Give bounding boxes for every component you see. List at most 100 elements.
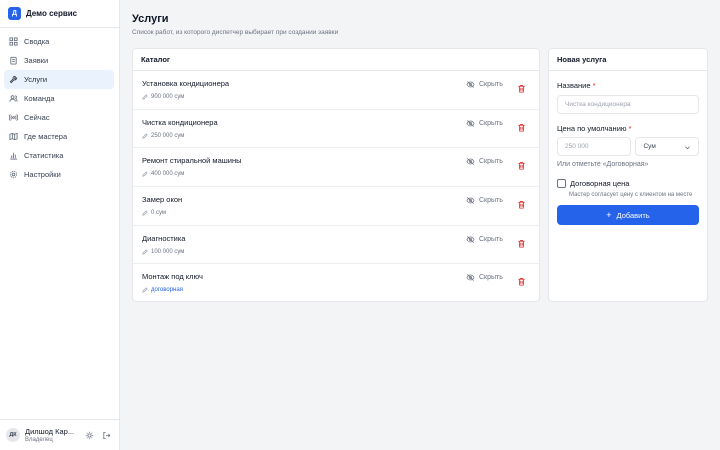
bar-chart-icon <box>9 151 18 160</box>
new-service-card: Новая услуга Название * Чистка кондицион… <box>548 48 708 302</box>
user-panel: ДК Дилшод Кар... Владелец <box>0 419 120 450</box>
sidebar-item-label: Заявки <box>24 56 49 65</box>
sidebar: Д Демо сервис Сводка Заявки Услуги Коман… <box>0 0 120 450</box>
service-price-value: 900 000 сум <box>151 94 185 100</box>
sidebar-nav: Сводка Заявки Услуги Команда Сейчас Где … <box>0 28 119 184</box>
eye-off-icon <box>466 197 475 204</box>
sidebar-item-label: Статистика <box>24 151 64 160</box>
hide-label: Скрыть <box>479 119 503 127</box>
eye-off-icon <box>466 274 475 282</box>
sidebar-item-label: Где мастера <box>24 132 68 141</box>
trash-icon[interactable] <box>517 119 526 132</box>
user-name: Дилшод Кар... <box>25 427 75 436</box>
service-name: Ремонт стиральной машины <box>142 156 242 166</box>
trash-icon[interactable] <box>517 80 526 93</box>
hide-button[interactable]: Скрыть <box>466 235 503 244</box>
gear-icon <box>9 170 18 179</box>
sidebar-item-map[interactable]: Где мастера <box>4 127 114 146</box>
sidebar-item-stats[interactable]: Статистика <box>4 146 114 165</box>
list-item: Диагностика 100 000 сум Скрыть <box>133 226 539 265</box>
sidebar-item-team[interactable]: Команда <box>4 89 114 108</box>
eye-off-icon <box>466 81 475 88</box>
sidebar-item-requests[interactable]: Заявки <box>4 51 114 70</box>
service-price[interactable]: 900 000 сум <box>142 94 184 100</box>
avatar[interactable]: ДК <box>6 428 20 442</box>
sidebar-item-label: Сейчас <box>24 113 50 122</box>
trash-icon[interactable] <box>517 196 526 209</box>
logout-icon[interactable] <box>101 430 111 440</box>
hide-button[interactable]: Скрыть <box>466 273 503 282</box>
service-price-value: 100 000 сум <box>151 248 185 255</box>
name-label: Название * <box>557 81 699 90</box>
price-hint: Или отметьте «Договорная» <box>557 161 649 168</box>
pencil-icon <box>142 94 148 100</box>
page-title: Услуги <box>132 13 169 25</box>
map-icon <box>9 132 18 141</box>
eye-off-icon <box>466 119 475 127</box>
service-price[interactable]: 250 000 сум <box>142 133 184 139</box>
negotiable-checkbox[interactable] <box>557 179 566 188</box>
user-role: Владелец <box>25 437 53 443</box>
required-mark: * <box>592 81 596 90</box>
eye-off-icon <box>466 158 475 166</box>
brand-logo: Д <box>8 7 21 20</box>
list-item: Установка кондиционера 900 000 сум Скрыт… <box>133 71 539 110</box>
form-title: Новая услуга <box>549 49 707 71</box>
theme-toggle-sun-icon[interactable] <box>84 430 94 440</box>
hide-label: Скрыть <box>479 274 503 282</box>
service-name: Замер окон <box>142 195 183 205</box>
name-label-text: Название <box>557 81 591 90</box>
users-icon <box>9 94 18 103</box>
trash-icon[interactable] <box>517 273 526 286</box>
currency-value: Сум <box>643 143 656 150</box>
brand[interactable]: Д Демо сервис <box>0 0 119 28</box>
pencil-icon <box>142 171 148 178</box>
page-subtitle: Список работ, из которого диспетчер выби… <box>132 29 339 36</box>
sidebar-item-label: Команда <box>24 94 55 103</box>
chevron-down-icon <box>685 146 690 150</box>
currency-select[interactable]: Сум <box>635 137 699 156</box>
hide-button[interactable]: Скрыть <box>466 119 503 128</box>
service-price[interactable]: договорная <box>142 287 183 293</box>
pencil-icon <box>142 287 148 294</box>
catalog-title: Каталог <box>133 49 539 71</box>
service-price-value: 250 000 сум <box>151 132 185 139</box>
name-input[interactable]: Чистка кондиционера <box>557 95 699 114</box>
list-item: Замер окон 0 сум Скрыть <box>133 187 539 226</box>
catalog-list: Установка кондиционера 900 000 сум Скрыт… <box>133 71 539 303</box>
clipboard-icon <box>9 56 18 65</box>
hide-button[interactable]: Скрыть <box>466 196 503 205</box>
price-input[interactable]: 250 000 <box>557 137 632 156</box>
service-price[interactable]: 0 сум <box>142 210 166 216</box>
service-price-value: договорная <box>151 287 183 294</box>
list-item: Ремонт стиральной машины 400 000 сум Скр… <box>133 148 539 188</box>
sidebar-item-dashboard[interactable]: Сводка <box>4 32 114 51</box>
brand-name: Демо сервис <box>26 9 78 18</box>
catalog-card: Каталог Установка кондиционера 900 000 с… <box>132 48 540 302</box>
eye-off-icon <box>466 235 475 243</box>
trash-icon[interactable] <box>517 235 526 248</box>
sidebar-item-settings[interactable]: Настройки <box>4 165 114 184</box>
service-price[interactable]: 400 000 сум <box>142 171 184 177</box>
service-price[interactable]: 100 000 сум <box>142 249 184 255</box>
pencil-icon <box>142 210 148 216</box>
price-label: Цена по умолчанию * <box>557 124 699 133</box>
negotiable-label[interactable]: Договорная цена <box>570 179 629 188</box>
name-placeholder: Чистка кондиционера <box>565 101 631 108</box>
plus-icon: + <box>606 210 612 220</box>
trash-icon[interactable] <box>517 157 526 170</box>
sidebar-item-now[interactable]: Сейчас <box>4 108 114 127</box>
hide-label: Скрыть <box>479 235 503 243</box>
sidebar-item-label: Настройки <box>24 170 61 179</box>
service-name: Диагностика <box>142 233 186 243</box>
hide-button[interactable]: Скрыть <box>466 157 503 166</box>
required-mark: * <box>628 124 632 133</box>
radio-icon <box>9 113 18 122</box>
service-name: Чистка кондиционера <box>142 117 218 127</box>
pencil-icon <box>142 249 148 255</box>
hide-button[interactable]: Скрыть <box>466 80 503 89</box>
sidebar-item-services[interactable]: Услуги <box>4 70 114 89</box>
add-service-button[interactable]: + Добавить <box>557 205 699 225</box>
hide-label: Скрыть <box>479 81 503 88</box>
list-item: Чистка кондиционера 250 000 сум Скрыть <box>133 110 539 149</box>
